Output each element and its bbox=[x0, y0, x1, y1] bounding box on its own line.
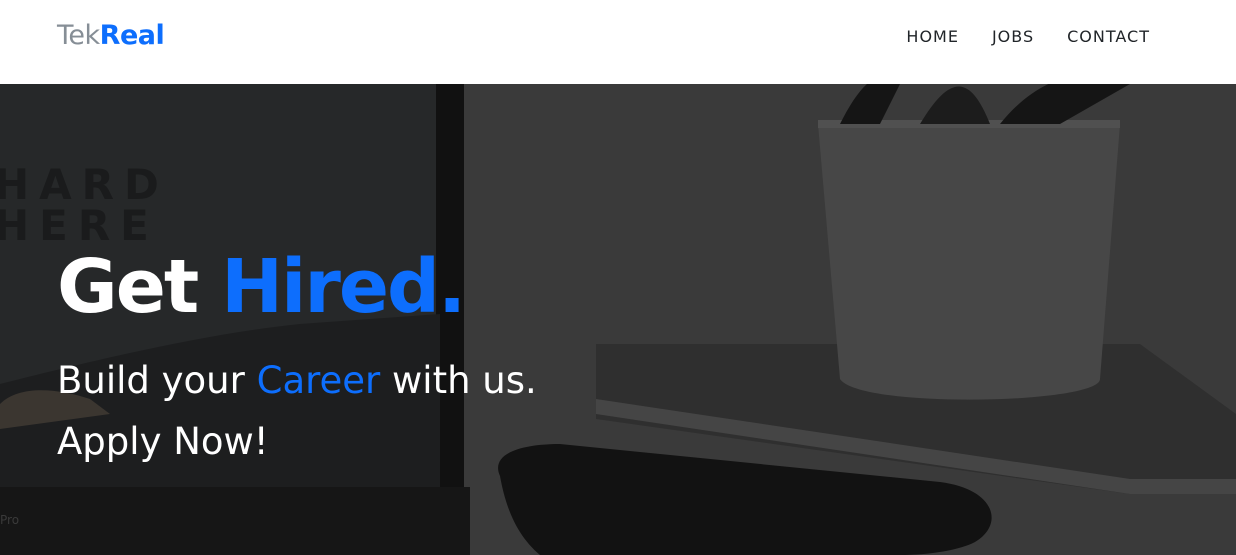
poster-text: HARD HERE bbox=[0, 160, 159, 250]
top-navbar: TekReal HOME JOBS CONTACT bbox=[0, 0, 1236, 84]
nav-home-link[interactable]: HOME bbox=[906, 26, 959, 48]
apply-now-link[interactable]: Apply Now! bbox=[57, 418, 269, 466]
hero-subtitle-accent: Career bbox=[256, 359, 381, 402]
brand-name-part1: Tek bbox=[57, 20, 100, 51]
hero-subtitle: Build your Career with us. bbox=[57, 357, 537, 405]
nav-contact-link[interactable]: CONTACT bbox=[1067, 26, 1150, 48]
hero-subtitle-part1: Build your bbox=[57, 359, 257, 402]
hero-title: Get Hired. bbox=[57, 242, 466, 332]
hero-title-accent: Hired. bbox=[221, 244, 466, 330]
hero-title-part1: Get bbox=[57, 244, 222, 330]
main-nav: HOME JOBS CONTACT bbox=[873, 26, 1150, 48]
hero-section: HARD HERE Pro Get Hired. Build your Care… bbox=[0, 84, 1236, 555]
brand-logo[interactable]: TekReal bbox=[57, 19, 165, 53]
laptop-label: Pro bbox=[0, 513, 19, 527]
hero-subtitle-part2: with us. bbox=[380, 359, 537, 402]
nav-jobs-link[interactable]: JOBS bbox=[992, 26, 1034, 48]
brand-name-part2: Real bbox=[99, 20, 165, 51]
